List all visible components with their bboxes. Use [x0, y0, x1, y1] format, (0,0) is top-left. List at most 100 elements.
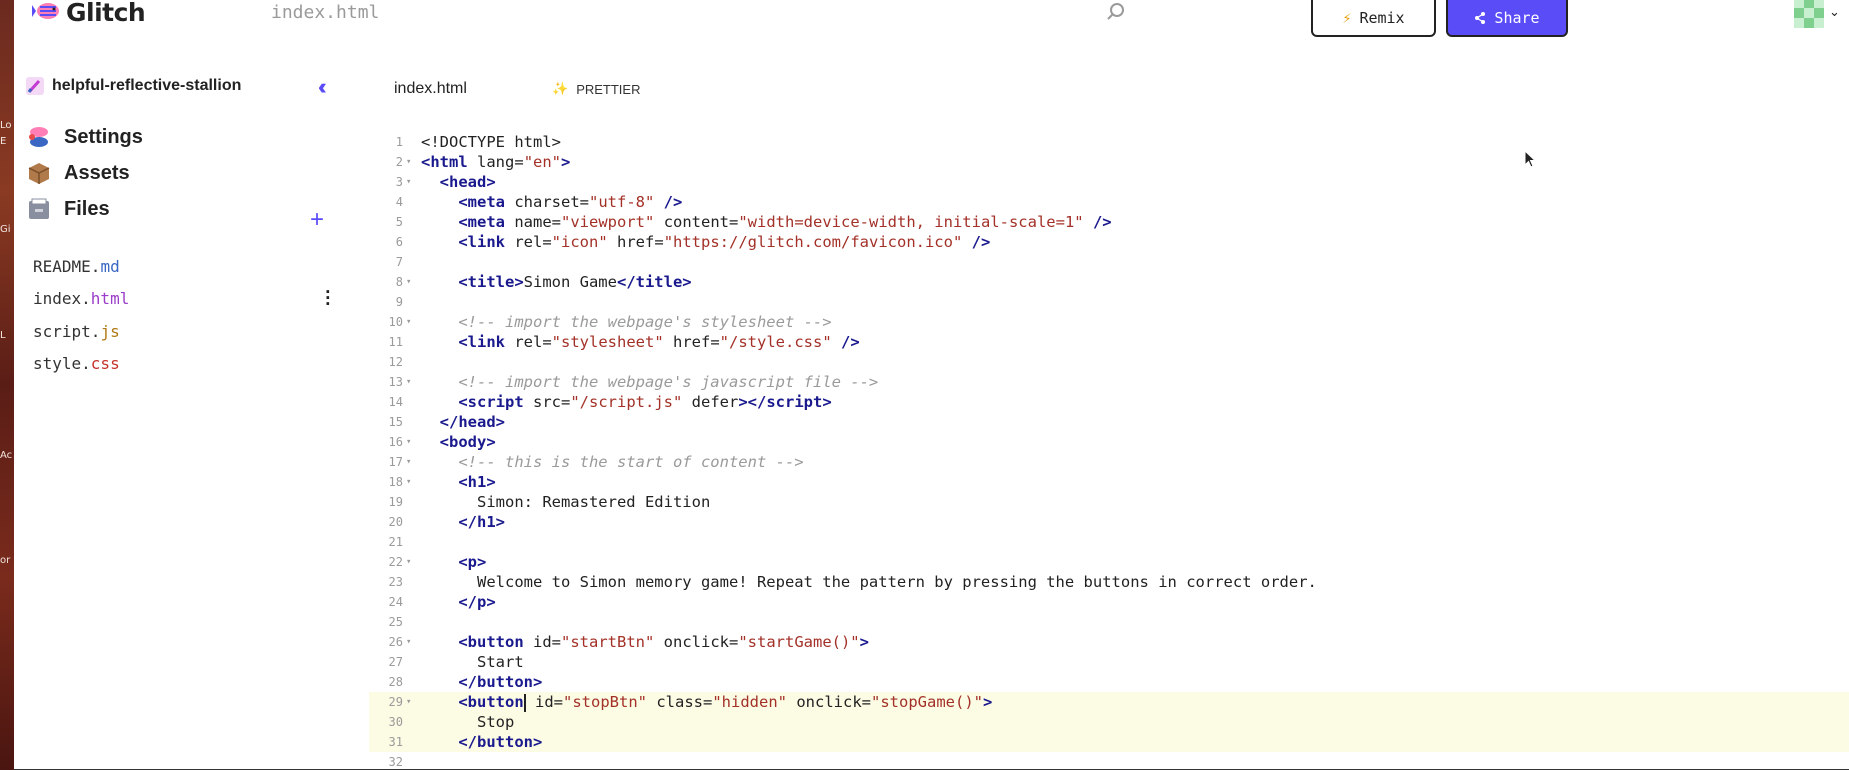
- file-item-index[interactable]: index. html · · ·: [33, 283, 343, 316]
- double-chevron-left-icon[interactable]: ‹‹: [318, 74, 326, 100]
- code-line: 1 <!DOCTYPE html>: [369, 132, 1849, 152]
- sidebar-item-settings[interactable]: Settings: [26, 124, 143, 150]
- code-line: 6 <link rel="icon" href="https://glitch.…: [369, 232, 1849, 252]
- sidebar-item-assets[interactable]: Assets: [26, 160, 130, 186]
- current-file-title: index.html: [271, 2, 380, 23]
- line-number: 12: [388, 355, 403, 369]
- file-base-name: style.: [33, 354, 91, 374]
- line-number: 23: [388, 575, 403, 589]
- code-line: 17 ▾ <!-- this is the start of content --…: [369, 452, 1849, 472]
- file-base-name: README.: [33, 256, 101, 276]
- code-line-active: 29 ▾ <button id="stopBtn" class="hidden" …: [369, 692, 1849, 712]
- code-line: 21: [369, 532, 1849, 552]
- code-line: 20 </h1>: [369, 512, 1849, 532]
- line-number: 25: [388, 615, 403, 629]
- code-line: 15 </head>: [369, 412, 1849, 432]
- file-extension: html: [90, 289, 130, 309]
- code-line: 4 <meta charset="utf-8" />: [369, 192, 1849, 212]
- code-line: 22 ▾ <p>: [369, 552, 1849, 572]
- code-line: 3 ▾ <head>: [369, 172, 1849, 192]
- line-number: 20: [388, 515, 403, 529]
- line-number: 17: [388, 455, 403, 469]
- remix-button[interactable]: ⚡ Remix: [1311, 0, 1436, 37]
- share-label: Share: [1494, 8, 1540, 27]
- desktop-background: Lo E Gi L Ac or: [0, 0, 14, 770]
- sidebar-item-files[interactable]: Files: [26, 196, 110, 222]
- fold-icon[interactable]: ▾: [403, 272, 421, 292]
- settings-fish-icon: [29, 127, 48, 147]
- project-name-button[interactable]: helpful-reflective-stallion: [26, 77, 241, 95]
- top-header: Glitch index.html ⚡ Remix Share ⌄: [14, 0, 1849, 52]
- project-name: helpful-reflective-stallion: [52, 77, 242, 94]
- logo-text: Glitch: [66, 0, 146, 27]
- user-avatar[interactable]: [1794, 0, 1824, 28]
- code-line: 7: [369, 252, 1849, 272]
- code-line: 18 ▾ <h1>: [369, 472, 1849, 492]
- line-number: 30: [388, 715, 403, 729]
- code-line: 14 <script src="/script.js" defer></scri…: [369, 392, 1849, 412]
- share-icon: [1475, 11, 1486, 24]
- code-line: 11 <link rel="stylesheet" href="/style.c…: [369, 332, 1849, 352]
- glitch-editor-window: Glitch index.html ⚡ Remix Share ⌄ helpfu…: [14, 0, 1849, 770]
- kebab-menu-icon[interactable]: · · ·: [323, 283, 333, 311]
- code-line: 5 <meta name="viewport" content="width=d…: [369, 212, 1849, 232]
- fold-icon[interactable]: ▾: [403, 472, 421, 492]
- fold-icon[interactable]: ▾: [403, 312, 421, 332]
- desktop-fragment: E: [0, 136, 7, 147]
- file-base-name: script.: [33, 321, 101, 341]
- box-icon: [28, 163, 50, 184]
- code-line: 16 ▾ <body>: [369, 432, 1849, 452]
- line-number: 18: [388, 475, 403, 489]
- glitch-logo[interactable]: Glitch: [32, 0, 146, 27]
- line-number: 6: [395, 235, 403, 249]
- file-base-name: index.: [33, 289, 91, 309]
- line-number: 7: [395, 255, 403, 269]
- line-number: 15: [388, 415, 403, 429]
- code-line: 27 Start: [369, 652, 1849, 672]
- fold-icon[interactable]: ▾: [403, 172, 421, 192]
- prettier-button[interactable]: ✨ PRETTIER: [552, 81, 640, 97]
- fold-icon[interactable]: ▾: [403, 372, 421, 392]
- line-number: 4: [395, 195, 403, 209]
- sidebar-item-label: Files: [64, 197, 110, 220]
- line-number: 26: [388, 635, 403, 649]
- search-icon[interactable]: [1104, 0, 1128, 24]
- file-item-readme[interactable]: README. md: [33, 250, 343, 283]
- file-item-style[interactable]: style. css: [33, 348, 343, 381]
- line-number: 32: [388, 755, 403, 769]
- code-line: 10 ▾ <!-- import the webpage's stylesheet…: [369, 312, 1849, 332]
- code-line: 13 ▾ <!-- import the webpage's javascript…: [369, 372, 1849, 392]
- file-extension: js: [100, 321, 120, 341]
- line-number: 19: [388, 495, 403, 509]
- editor-file-tab[interactable]: index.html: [394, 80, 467, 98]
- desktop-fragment: Lo: [0, 120, 12, 131]
- code-line: 28 </button>: [369, 672, 1849, 692]
- file-item-script[interactable]: script. js: [33, 315, 343, 348]
- fold-icon[interactable]: ▾: [403, 152, 421, 172]
- chevron-down-icon[interactable]: ⌄: [1829, 4, 1840, 20]
- line-number: 3: [395, 175, 403, 189]
- line-number: 14: [388, 395, 403, 409]
- line-number: 8: [395, 275, 403, 289]
- code-line-active: 30 Stop: [369, 712, 1849, 732]
- desktop-fragment: L: [0, 330, 6, 341]
- fold-icon[interactable]: ▾: [403, 632, 421, 652]
- line-number: 22: [388, 555, 403, 569]
- sidebar-item-label: Settings: [64, 125, 143, 148]
- fold-icon[interactable]: ▾: [403, 452, 421, 472]
- sidebar: helpful-reflective-stallion ‹‹ Settings …: [14, 60, 344, 770]
- line-number: 5: [395, 215, 403, 229]
- desktop-fragment: or: [0, 555, 11, 566]
- code-line: 2 ▾ <html lang="en">: [369, 152, 1849, 172]
- fold-icon[interactable]: ▾: [403, 432, 421, 452]
- code-line: 26 ▾ <button id="startBtn" onclick="start…: [369, 632, 1849, 652]
- line-number: 9: [395, 295, 403, 309]
- plus-icon[interactable]: +: [310, 206, 324, 234]
- code-line: 8 ▾ <title>Simon Game</title>: [369, 272, 1849, 292]
- line-number: 27: [388, 655, 403, 669]
- share-button[interactable]: Share: [1446, 0, 1568, 37]
- line-number: 1: [395, 135, 403, 149]
- fold-icon[interactable]: ▾: [403, 692, 421, 712]
- fold-icon[interactable]: ▾: [403, 552, 421, 572]
- code-editor[interactable]: 1 <!DOCTYPE html> 2 ▾ <html lang="en"> 3 ▾ <…: [369, 132, 1849, 770]
